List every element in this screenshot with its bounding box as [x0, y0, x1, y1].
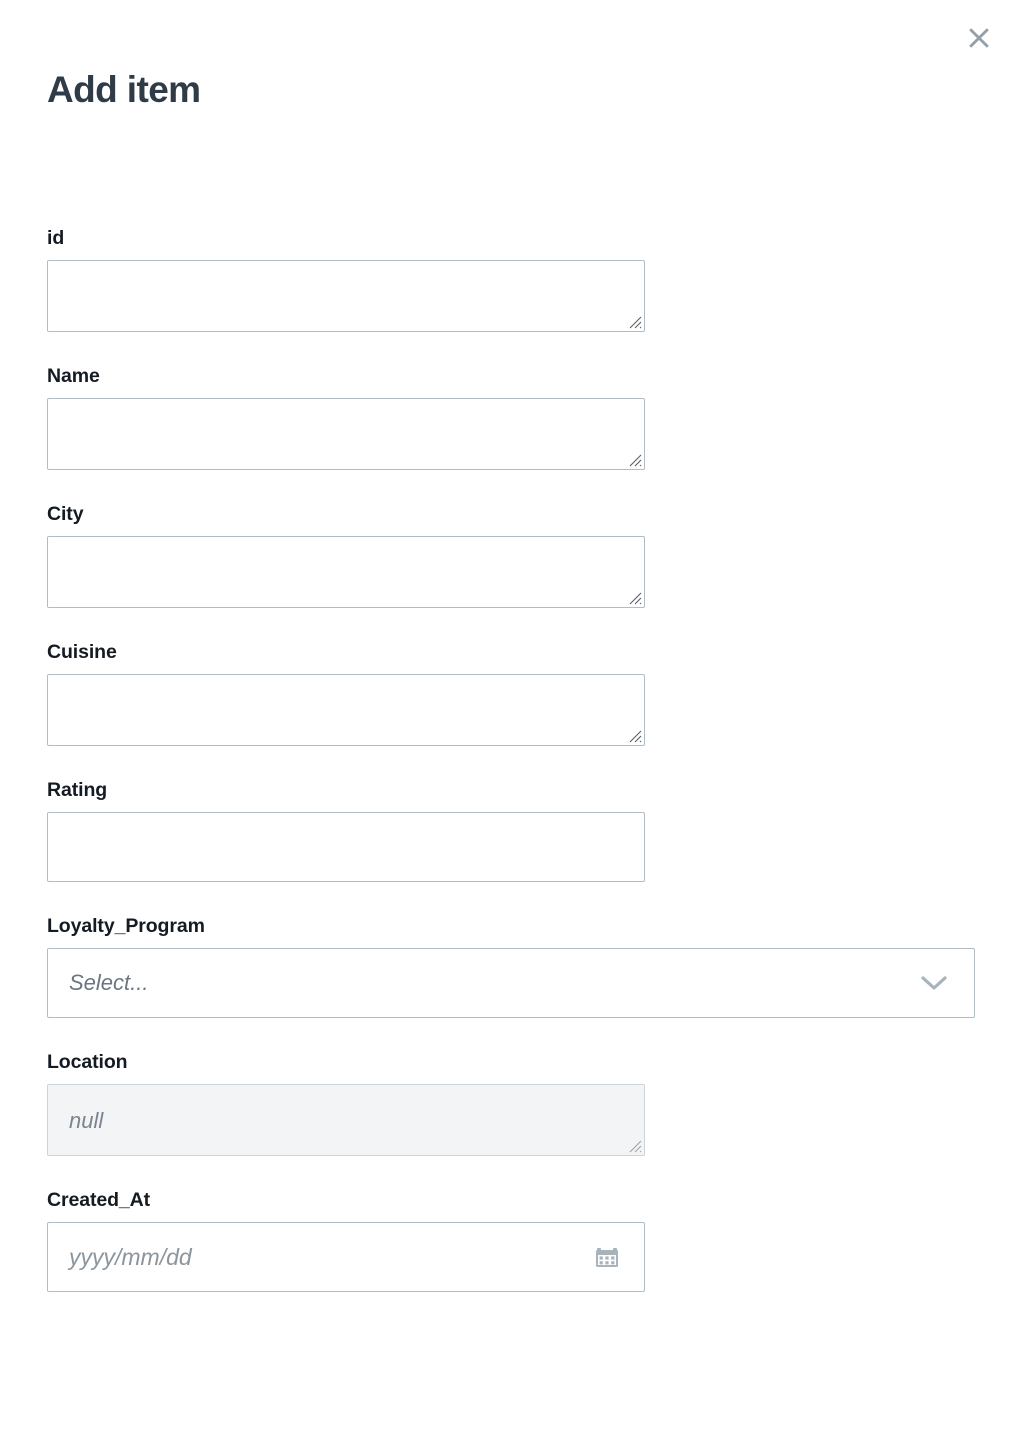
field-rating: Rating: [47, 778, 977, 882]
field-label-city: City: [47, 503, 84, 525]
rating-input[interactable]: [47, 812, 645, 882]
location-textarea[interactable]: null: [47, 1084, 645, 1156]
field-label-rating: Rating: [47, 779, 108, 801]
name-textarea[interactable]: [47, 398, 645, 470]
close-button[interactable]: [960, 19, 998, 57]
field-label-loyalty-program: Loyalty_Program: [47, 915, 205, 937]
resize-handle-icon[interactable]: [627, 590, 642, 605]
created-at-placeholder: yyyy/mm/dd: [69, 1244, 192, 1270]
cuisine-textarea[interactable]: [47, 674, 645, 746]
calendar-icon[interactable]: [594, 1244, 620, 1270]
city-textarea[interactable]: [47, 536, 645, 608]
resize-handle-icon[interactable]: [627, 1138, 642, 1153]
field-label-location: Location: [47, 1051, 128, 1073]
id-textarea[interactable]: [47, 260, 645, 332]
field-cuisine: Cuisine: [47, 640, 977, 746]
field-created-at: Created_At yyyy/mm/dd: [47, 1188, 977, 1292]
field-city: City: [47, 502, 977, 608]
field-loyalty-program: Loyalty_Program Select...: [47, 914, 977, 1018]
resize-handle-icon[interactable]: [627, 452, 642, 467]
field-label-created-at: Created_At: [47, 1189, 151, 1211]
add-item-modal: Add item id Name City Cuisine Rating Loy…: [0, 0, 1022, 1436]
field-name: Name: [47, 364, 977, 470]
page-title: Add item: [47, 69, 201, 110]
chevron-down-icon[interactable]: [920, 974, 948, 992]
field-id: id: [47, 226, 977, 332]
field-label-id: id: [47, 227, 65, 249]
field-label-cuisine: Cuisine: [47, 641, 117, 663]
close-icon: [964, 23, 994, 53]
resize-handle-icon[interactable]: [627, 314, 642, 329]
created-at-date-input[interactable]: yyyy/mm/dd: [47, 1222, 645, 1292]
loyalty-program-placeholder: Select...: [69, 970, 149, 995]
add-item-form: id Name City Cuisine Rating Loyalty_Prog…: [47, 226, 977, 1292]
resize-handle-icon[interactable]: [627, 728, 642, 743]
location-placeholder: null: [69, 1108, 104, 1133]
field-location: Location null: [47, 1050, 977, 1156]
field-label-name: Name: [47, 365, 100, 387]
loyalty-program-select[interactable]: Select...: [47, 948, 975, 1018]
